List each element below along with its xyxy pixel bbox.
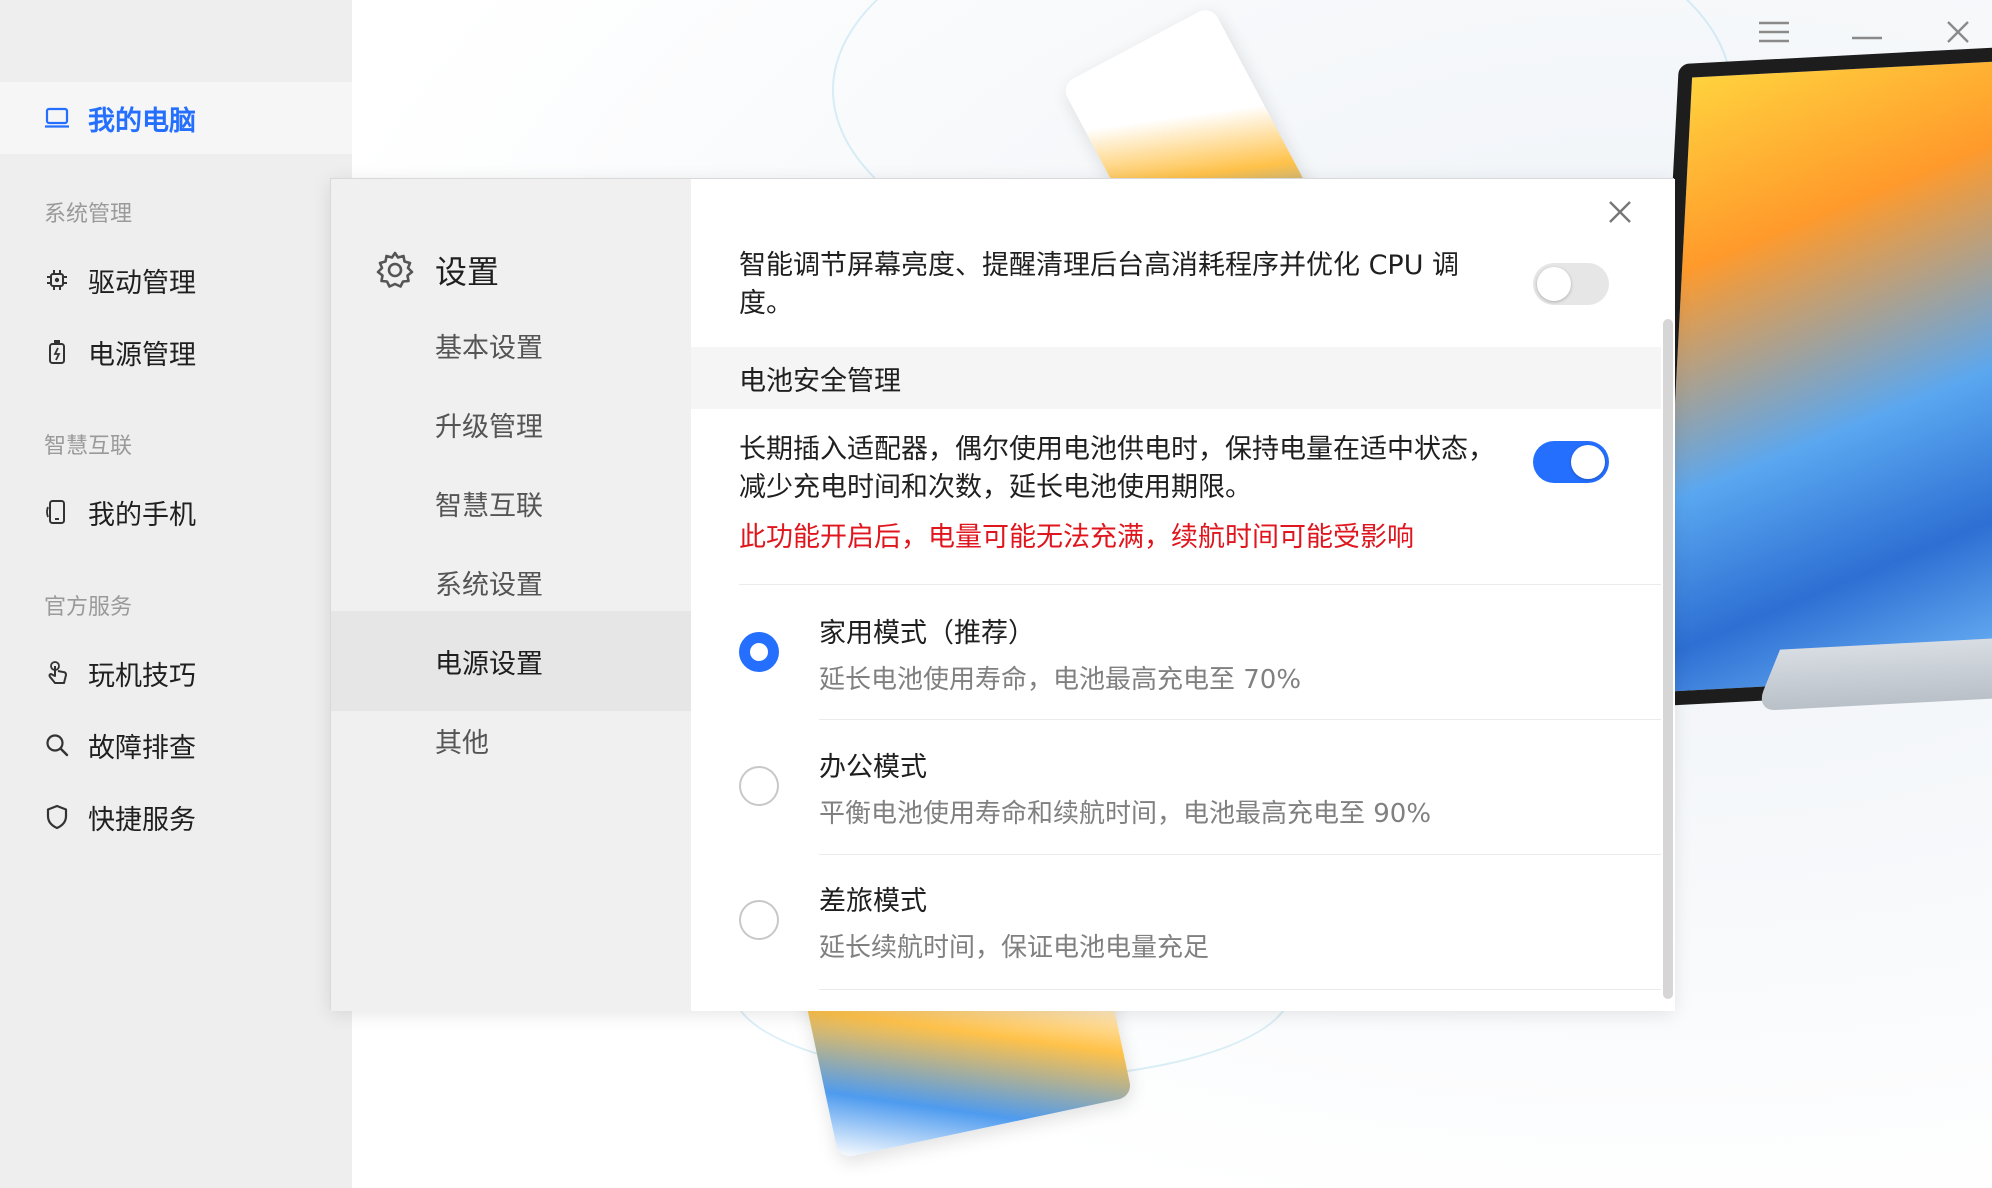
smart-optimize-description: 智能调节屏幕亮度、提醒清理后台高消耗程序并优化 CPU 调度。 (739, 250, 1460, 319)
search-icon (44, 732, 70, 758)
sidebar-item-my-phone[interactable]: 我的手机 (0, 476, 352, 548)
sidebar-item-label: 电源管理 (88, 339, 196, 371)
close-icon (1608, 200, 1632, 228)
settings-dialog: 设置 基本设置 升级管理 智慧互联 系统设置 电源设置 其他 智能调节屏幕亮度、… (330, 178, 1675, 1011)
sidebar-item-label: 玩机技巧 (88, 660, 196, 692)
battery-icon (44, 339, 70, 365)
mode-option-home[interactable]: 家用模式（推荐） 延长电池使用寿命，电池最高充电至 70% (691, 585, 1661, 719)
settings-title-text: 设置 (435, 253, 500, 291)
battery-protect-description: 长期插入适配器，偶尔使用电池供电时，保持电量在适中状态，减少充电时间和次数，延长… (739, 434, 1495, 503)
laptop-screen (1645, 40, 1992, 707)
touch-icon (44, 660, 70, 686)
battery-warning-text: 此功能开启后，电量可能无法充满，续航时间可能受影响 (739, 522, 1414, 553)
divider (819, 989, 1661, 990)
laptop-icon (44, 105, 70, 131)
dialog-close-button[interactable] (1599, 193, 1641, 235)
gear-icon (375, 250, 415, 290)
mode-title: 办公模式 (819, 752, 927, 783)
sidebar-item-label: 驱动管理 (88, 267, 196, 299)
radio-office[interactable] (739, 766, 779, 806)
settings-title: 设置 (375, 247, 499, 293)
sidebar-group-title: 系统管理 (44, 202, 133, 227)
mode-description: 平衡电池使用寿命和续航时间，电池最高充电至 90% (819, 799, 1432, 829)
menu-icon (1759, 21, 1789, 47)
settings-content: 智能调节屏幕亮度、提醒清理后台高消耗程序并优化 CPU 调度。 电池安全管理 长… (691, 179, 1675, 1011)
sidebar-group-title: 智慧互联 (44, 434, 133, 459)
toggle-knob (1571, 445, 1605, 479)
sidebar-item-troubleshoot[interactable]: 故障排查 (0, 709, 352, 781)
scrollbar[interactable] (1663, 319, 1673, 999)
section-header: 电池安全管理 (691, 347, 1661, 409)
radio-home[interactable] (739, 632, 779, 672)
mode-title: 家用模式（推荐） (819, 618, 1035, 649)
sidebar-item-tips[interactable]: 玩机技巧 (0, 637, 352, 709)
sidebar-item-label: 快捷服务 (88, 804, 196, 836)
battery-protect-toggle[interactable] (1533, 441, 1609, 483)
sidebar-item-label: 我的电脑 (88, 105, 196, 137)
mode-option-travel[interactable]: 差旅模式 延长续航时间，保证电池电量充足 (691, 855, 1661, 989)
mode-title: 差旅模式 (819, 886, 927, 917)
radio-travel[interactable] (739, 900, 779, 940)
sidebar-item-my-computer[interactable]: 我的电脑 (0, 82, 352, 154)
sidebar-item-quick-service[interactable]: 快捷服务 (0, 781, 352, 853)
minimize-button[interactable] (1843, 10, 1891, 58)
close-icon (1946, 20, 1970, 48)
window-close-button[interactable] (1934, 10, 1982, 58)
shield-icon (44, 804, 70, 830)
sidebar-item-driver[interactable]: 驱动管理 (0, 244, 352, 316)
sidebar-item-label: 故障排查 (88, 732, 196, 764)
mode-option-office[interactable]: 办公模式 平衡电池使用寿命和续航时间，电池最高充电至 90% (691, 720, 1661, 854)
mode-description: 延长续航时间，保证电池电量充足 (819, 933, 1210, 963)
menu-button[interactable] (1750, 10, 1798, 58)
settings-nav: 设置 基本设置 升级管理 智慧互联 系统设置 电源设置 其他 (331, 179, 691, 1011)
sidebar: 我的电脑 系统管理 驱动管理 电源管理 智慧互联 我的手机 官方服务 玩机技巧 … (0, 0, 352, 1188)
smart-optimize-toggle[interactable] (1533, 263, 1609, 305)
sidebar-group-title: 官方服务 (44, 595, 133, 620)
minimize-icon (1852, 25, 1882, 44)
mode-description: 延长电池使用寿命，电池最高充电至 70% (819, 665, 1302, 695)
toggle-knob (1537, 267, 1571, 301)
nav-other[interactable]: 其他 (331, 690, 691, 790)
sidebar-item-power[interactable]: 电源管理 (0, 316, 352, 388)
sidebar-item-label: 我的手机 (88, 499, 196, 531)
phone-icon (44, 499, 70, 525)
chip-icon (44, 267, 70, 293)
